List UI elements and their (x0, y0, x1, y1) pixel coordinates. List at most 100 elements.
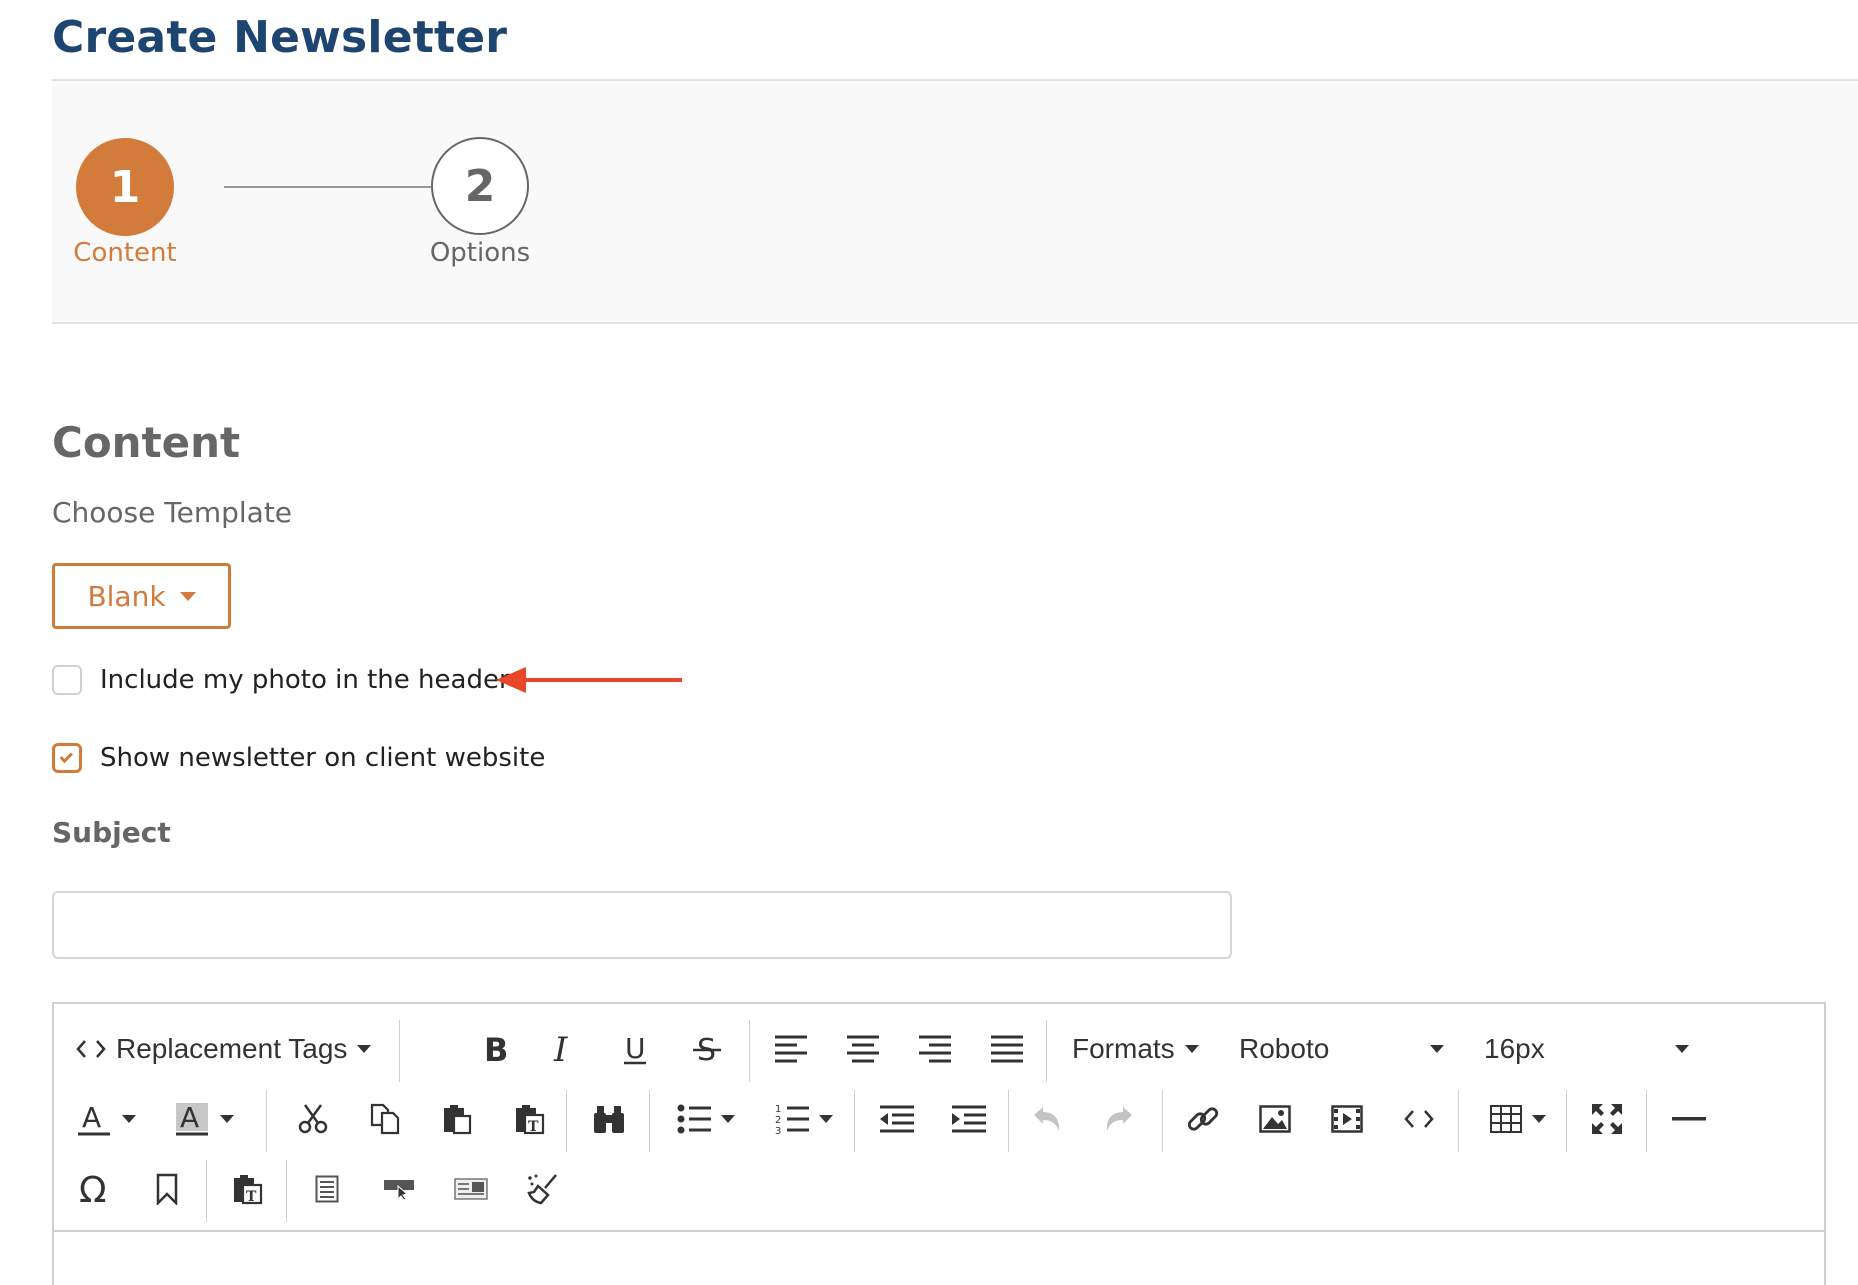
button-cursor-icon (384, 1180, 414, 1200)
show-on-website-checkbox[interactable] (52, 743, 82, 773)
background-color-button[interactable]: A (174, 1084, 234, 1154)
special-character-button[interactable]: Ω (76, 1154, 114, 1224)
italic-button[interactable]: I (546, 1014, 584, 1084)
subject-input[interactable] (52, 891, 1232, 959)
outdent-button[interactable] (878, 1084, 916, 1154)
svg-text:A: A (180, 1101, 199, 1134)
image-icon (1259, 1105, 1291, 1133)
font-family-value: Roboto (1239, 1033, 1330, 1064)
find-replace-button[interactable] (590, 1084, 628, 1154)
toolbar-row-1: Replacement Tags B I U S Formats Roboto … (54, 1014, 1824, 1084)
horizontal-rule-icon (1672, 1117, 1706, 1121)
bold-icon: B (484, 1033, 508, 1065)
template-block-button[interactable] (308, 1154, 346, 1224)
font-size-dropdown[interactable]: 16px (1484, 1014, 1689, 1084)
svg-text:1: 1 (775, 1104, 781, 1115)
undo-button[interactable] (1028, 1084, 1066, 1154)
rich-text-editor: Replacement Tags B I U S Formats Roboto … (52, 1002, 1826, 1285)
include-photo-checkbox[interactable] (52, 665, 82, 695)
paste-text-icon: T (234, 1175, 263, 1205)
svg-text:A: A (82, 1101, 101, 1134)
svg-text:U: U (625, 1032, 646, 1065)
omega-icon: Ω (79, 1172, 107, 1206)
paste-as-text-button[interactable]: T (510, 1084, 548, 1154)
text-color-icon: A (78, 1101, 110, 1136)
italic-icon: I (553, 1033, 568, 1065)
insert-video-button[interactable] (1328, 1084, 1366, 1154)
editor-content-area[interactable] (54, 1230, 1824, 1285)
step-2-circle[interactable]: 2 (431, 137, 529, 235)
include-photo-label[interactable]: Include my photo in the header (100, 665, 510, 695)
image-text-block-button[interactable] (452, 1154, 490, 1224)
align-right-icon (919, 1035, 951, 1063)
replacement-tags-dropdown[interactable]: Replacement Tags (76, 1014, 372, 1084)
fullscreen-icon (1592, 1104, 1622, 1134)
stepper-panel: 1 2 Content Options (52, 79, 1858, 324)
insert-image-button[interactable] (1256, 1084, 1294, 1154)
table-icon (1490, 1105, 1522, 1133)
underline-button[interactable]: U (616, 1014, 654, 1084)
undo-icon (1034, 1107, 1060, 1131)
call-to-action-button[interactable] (380, 1154, 418, 1224)
bullet-list-button[interactable] (670, 1084, 742, 1154)
caret-down-icon (1184, 1045, 1199, 1053)
strikethrough-icon: S (693, 1033, 721, 1066)
scissors-icon (298, 1104, 328, 1134)
binoculars-icon (594, 1106, 624, 1133)
align-center-icon (847, 1035, 879, 1063)
text-color-button[interactable]: A (76, 1084, 136, 1154)
cut-button[interactable] (294, 1084, 332, 1154)
align-left-button[interactable] (772, 1014, 810, 1084)
strikethrough-button[interactable]: S (688, 1014, 726, 1084)
insert-table-button[interactable] (1482, 1084, 1554, 1154)
video-icon (1331, 1105, 1363, 1133)
align-center-button[interactable] (844, 1014, 882, 1084)
caret-down-icon (819, 1115, 833, 1123)
show-on-website-row[interactable]: Show newsletter on client website (52, 743, 545, 773)
copy-button[interactable] (366, 1084, 404, 1154)
fullscreen-button[interactable] (1588, 1084, 1626, 1154)
image-text-icon (454, 1178, 488, 1200)
horizontal-rule-button[interactable] (1670, 1084, 1708, 1154)
template-dropdown-button[interactable]: Blank (52, 563, 231, 629)
caret-down-icon (220, 1115, 234, 1123)
numbered-list-button[interactable]: 123 (768, 1084, 840, 1154)
step-2-label[interactable]: Options (370, 238, 590, 268)
paste-icon (444, 1105, 472, 1135)
bold-button[interactable]: B (476, 1014, 514, 1084)
caret-down-icon (122, 1115, 136, 1123)
show-on-website-label[interactable]: Show newsletter on client website (100, 743, 545, 773)
checkmark-icon (59, 749, 74, 763)
link-icon (1187, 1107, 1219, 1131)
code-brackets-icon (76, 1040, 106, 1058)
highlight-color-icon: A (176, 1101, 208, 1136)
svg-text:T: T (246, 1189, 257, 1205)
paste-from-word-button[interactable]: T (228, 1154, 266, 1224)
redo-button[interactable] (1100, 1084, 1138, 1154)
step-1-label[interactable]: Content (15, 238, 235, 268)
choose-template-label: Choose Template (52, 496, 293, 529)
caret-down-icon (1532, 1115, 1546, 1123)
paste-button[interactable] (438, 1084, 476, 1154)
indent-icon (952, 1105, 986, 1133)
clear-formatting-button[interactable] (524, 1154, 562, 1224)
font-family-dropdown[interactable]: Roboto (1239, 1014, 1444, 1084)
toolbar-row-3: Ω T (54, 1154, 1824, 1224)
formats-label: Formats (1072, 1033, 1175, 1064)
source-code-button[interactable] (1400, 1084, 1438, 1154)
step-1-circle[interactable]: 1 (76, 138, 174, 236)
caret-down-icon (357, 1045, 372, 1053)
align-left-icon (775, 1035, 807, 1063)
bookmark-button[interactable] (148, 1154, 186, 1224)
svg-text:I: I (553, 1033, 568, 1065)
align-right-button[interactable] (916, 1014, 954, 1084)
insert-link-button[interactable] (1184, 1084, 1222, 1154)
toolbar-row-2: A A T 123 (54, 1084, 1824, 1154)
formats-dropdown[interactable]: Formats (1072, 1014, 1199, 1084)
align-justify-button[interactable] (988, 1014, 1026, 1084)
copy-icon (370, 1103, 400, 1135)
caret-down-icon (1430, 1045, 1444, 1053)
indent-button[interactable] (950, 1084, 988, 1154)
include-photo-row[interactable]: Include my photo in the header (52, 665, 510, 695)
font-size-value: 16px (1484, 1033, 1545, 1064)
